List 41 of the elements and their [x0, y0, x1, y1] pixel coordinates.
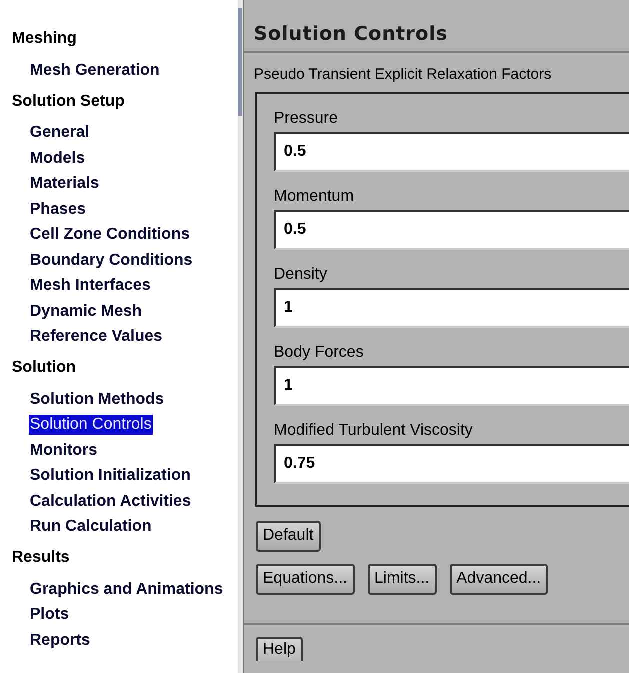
field-label: Pressure [274, 108, 338, 128]
input-field[interactable]: 1 [274, 366, 629, 406]
tree-item[interactable]: Calculation Activities [29, 492, 192, 512]
tree-item[interactable]: Solution Initialization [29, 466, 192, 486]
tree-item[interactable]: Boundary Conditions [29, 250, 194, 271]
input-field[interactable]: 0.5 [274, 132, 629, 172]
tree-item[interactable]: Monitors [29, 440, 99, 461]
tree-item[interactable]: Graphics and Animations [29, 580, 224, 600]
dialog-button[interactable]: Limits... [368, 564, 437, 594]
panel-title: Solution Controls [254, 23, 448, 45]
tree-section[interactable]: Solution [12, 357, 76, 379]
tree-item[interactable]: Reports [29, 630, 92, 651]
field-label: Density [274, 264, 328, 284]
tree-item[interactable]: Plots [29, 605, 70, 626]
input-field[interactable]: 0.5 [274, 210, 629, 250]
input-field[interactable]: 1 [274, 288, 629, 328]
dialog-button[interactable]: Advanced... [450, 564, 548, 594]
field-label: Body Forces [274, 342, 364, 362]
input-field[interactable]: 0.75 [274, 444, 629, 484]
tree-item[interactable]: Models [29, 148, 86, 169]
tree-section[interactable]: Meshing [12, 28, 77, 50]
tree-item[interactable]: Dynamic Mesh [29, 302, 144, 322]
dialog-button[interactable]: Equations... [256, 564, 354, 594]
tree-item[interactable]: Materials [29, 174, 100, 194]
dialog-button[interactable]: Default [256, 520, 321, 552]
tree-item[interactable]: Solution Methods [29, 390, 166, 410]
help-button[interactable]: Help [256, 636, 303, 660]
tree-item[interactable]: Run Calculation [29, 517, 153, 538]
tree-item[interactable]: Reference Values [29, 327, 164, 348]
tree-item[interactable]: Mesh Generation [29, 60, 161, 81]
scrollbar-thumb[interactable] [238, 8, 242, 116]
tree-section[interactable]: Results [12, 547, 70, 569]
tree-item[interactable]: Solution Controls [29, 415, 153, 436]
tree-section[interactable]: Solution Setup [12, 90, 125, 112]
tree-item[interactable]: Cell Zone Conditions [29, 225, 191, 246]
field-label: Momentum [274, 186, 354, 206]
tree-item[interactable]: Mesh Interfaces [29, 276, 152, 296]
field-label: Modified Turbulent Viscosity [274, 420, 473, 440]
tree-item[interactable]: General [29, 123, 91, 144]
group-label: Pseudo Transient Explicit Relaxation Factors [254, 66, 552, 82]
tree-item[interactable]: Phases [29, 200, 88, 220]
